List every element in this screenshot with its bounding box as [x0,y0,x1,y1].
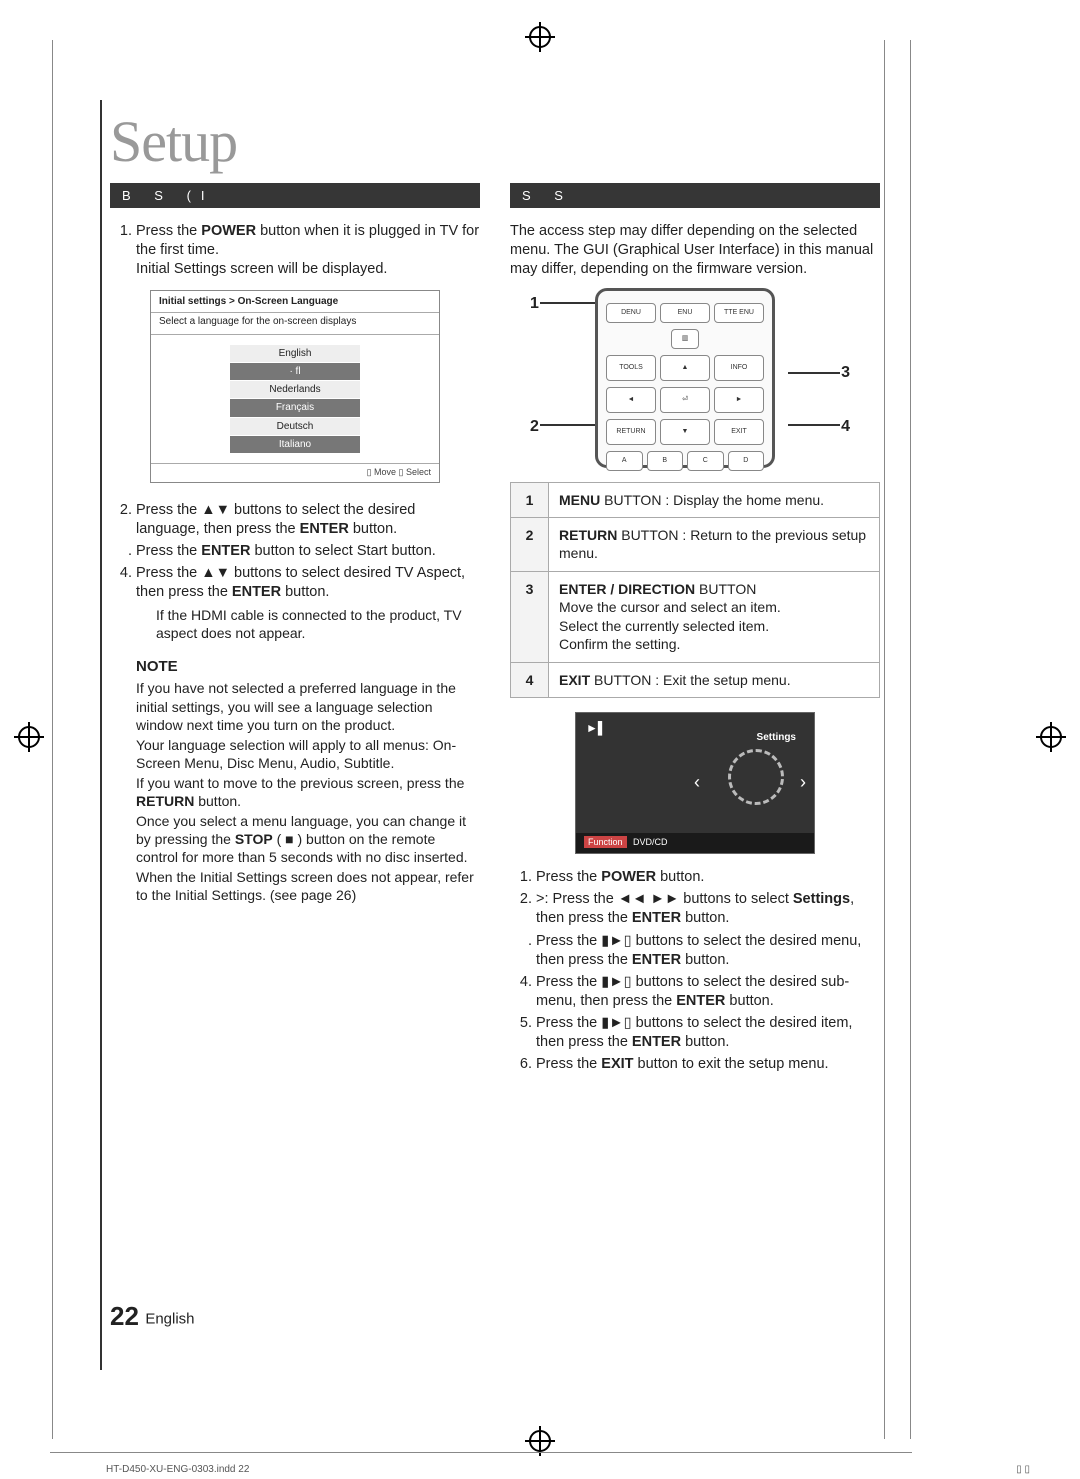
remote-up-btn: ▲ [660,355,710,381]
remote-d-btn: D [728,451,765,471]
remote-menu-btn: DENU [606,303,656,323]
tv-footer: Function DVD/CD [576,833,814,853]
rstep-4: 4.Press the ▮►▯ buttons to select the de… [536,973,880,1011]
remote-body: DENU ENU TTE ENU ▥ TOOLS ▲ INFO ◄ ⏎ ► [595,288,775,468]
page-content: Setup B S (I 1. Press the POWER button w… [100,100,910,1370]
step-4: 4. Press the ▲▼ buttons to select desire… [136,564,480,602]
legend-text-3: ENTER / DIRECTION BUTTONMove the cursor … [549,571,880,662]
remote-enu-btn: ENU [660,303,710,323]
arrow-right-icon: › [800,771,806,795]
remote-tteenu-btn: TTE ENU [714,303,764,323]
lang-highlight: · fl [230,363,360,380]
legend-num-4: 4 [511,662,549,697]
remote-down-btn: ▼ [660,419,710,445]
callout-2: 2 [530,416,539,437]
callout-3: 3 [841,362,850,383]
note-3: If you want to move to the previous scre… [136,774,480,811]
lang-italiano: Italiano [230,436,360,453]
step-4b: If the HDMI cable is connected to the pr… [110,606,480,643]
note-5: When the Initial Settings screen does no… [136,868,480,905]
remote-left-btn: ◄ [606,387,656,413]
left-column: B S (I 1. Press the POWER button when it… [110,183,480,1077]
section-bar-left: B S (I [110,183,480,208]
legend-text-2: RETURN BUTTON : Return to the previous s… [549,518,880,572]
lang-nederlands: Nederlands [230,381,360,398]
note-1: If you have not selected a preferred lan… [136,679,480,734]
note-heading: NOTE [110,645,480,679]
page-number: 22 English [110,1301,195,1332]
registration-mark [529,1430,551,1452]
remote-tools-btn: TOOLS [606,355,656,381]
tv-settings-screen: ►▌ Settings ‹ › Function DVD/CD [575,712,815,854]
page-heading: Setup [102,108,910,183]
section-bar-right: S S [510,183,880,208]
callout-1: 1 [530,293,539,314]
lang-deutsch: Deutsch [230,418,360,435]
note-2: Your language selection will apply to al… [136,736,480,773]
trim-line [910,40,911,1439]
play-pause-icon: ►▌ [586,721,606,737]
remote-a-btn: A [606,451,643,471]
remote-return-btn: RETURN [606,419,656,445]
registration-mark [1040,726,1062,748]
step-1: 1. Press the POWER button when it is plu… [136,222,480,279]
legend-text-1: MENU BUTTON : Display the home menu. [549,482,880,517]
step-2: 2. Press the ▲▼ buttons to select the de… [136,501,480,539]
legend-num-2: 2 [511,518,549,572]
tv-foot-source: DVD/CD [633,837,668,847]
remote-right-btn: ► [714,387,764,413]
initial-settings-screen: Initial settings > On-Screen Language Se… [150,290,440,483]
right-column: S S The access step may differ depending… [510,183,880,1077]
remote-diagram: 1 2 3 4 DENU ENU TTE ENU ▥ TOOLS ▲ INFO [510,288,880,468]
legend-num-1: 1 [511,482,549,517]
tv-title: Settings [757,731,796,744]
remote-c-btn: C [687,451,724,471]
rstep-1: 1.Press the POWER button. [536,868,880,887]
print-footer: HT-D450-XU-ENG-0303.indd 22 ▯ ▯ [0,1464,1080,1475]
rstep-5: 5.Press the ▮►▯ buttons to select the de… [536,1014,880,1052]
lang-english: English [230,345,360,362]
button-legend-table: 1 MENU BUTTON : Display the home menu. 2… [510,482,880,699]
arrow-left-icon: ‹ [694,771,700,795]
battery-icon: ▥ [671,329,699,349]
step-1b: Initial Settings screen will be displaye… [136,261,387,277]
ui-footer-hints: ▯ Move ▯ Select [151,463,439,482]
legend-num-3: 3 [511,571,549,662]
trim-line [50,1452,912,1453]
print-footer-left: HT-D450-XU-ENG-0303.indd 22 [106,1464,249,1475]
print-footer-right: ▯ ▯ [1016,1464,1030,1475]
rstep-3: .Press the ▮►▯ buttons to select the des… [536,932,880,970]
remote-exit-btn: EXIT [714,419,764,445]
rstep-6: 6.Press the EXIT button to exit the setu… [536,1055,880,1074]
tv-foot-function: Function [584,836,627,848]
ui-breadcrumb: Initial settings > On-Screen Language [151,291,439,313]
remote-b-btn: B [647,451,684,471]
callout-4: 4 [841,416,850,437]
registration-mark [529,26,551,48]
rstep-2: 2.>: Press the ◄◄ ►► buttons to select S… [536,890,880,928]
note-body: If you have not selected a preferred lan… [110,679,480,905]
language-list: English · fl Nederlands Français Deutsch… [151,335,439,463]
step-3: . Press the ENTER button to select Start… [136,542,480,561]
remote-enter-btn: ⏎ [660,387,710,413]
remote-info-btn: INFO [714,355,764,381]
right-intro: The access step may differ depending on … [510,222,880,279]
settings-gear-icon [728,749,784,805]
note-4: Once you select a menu language, you can… [136,812,480,867]
legend-text-4: EXIT BUTTON : Exit the setup menu. [549,662,880,697]
registration-mark [18,726,40,748]
lang-francais: Français [230,399,360,416]
ui-prompt: Select a language for the on-screen disp… [151,313,439,335]
trim-line [52,40,53,1439]
